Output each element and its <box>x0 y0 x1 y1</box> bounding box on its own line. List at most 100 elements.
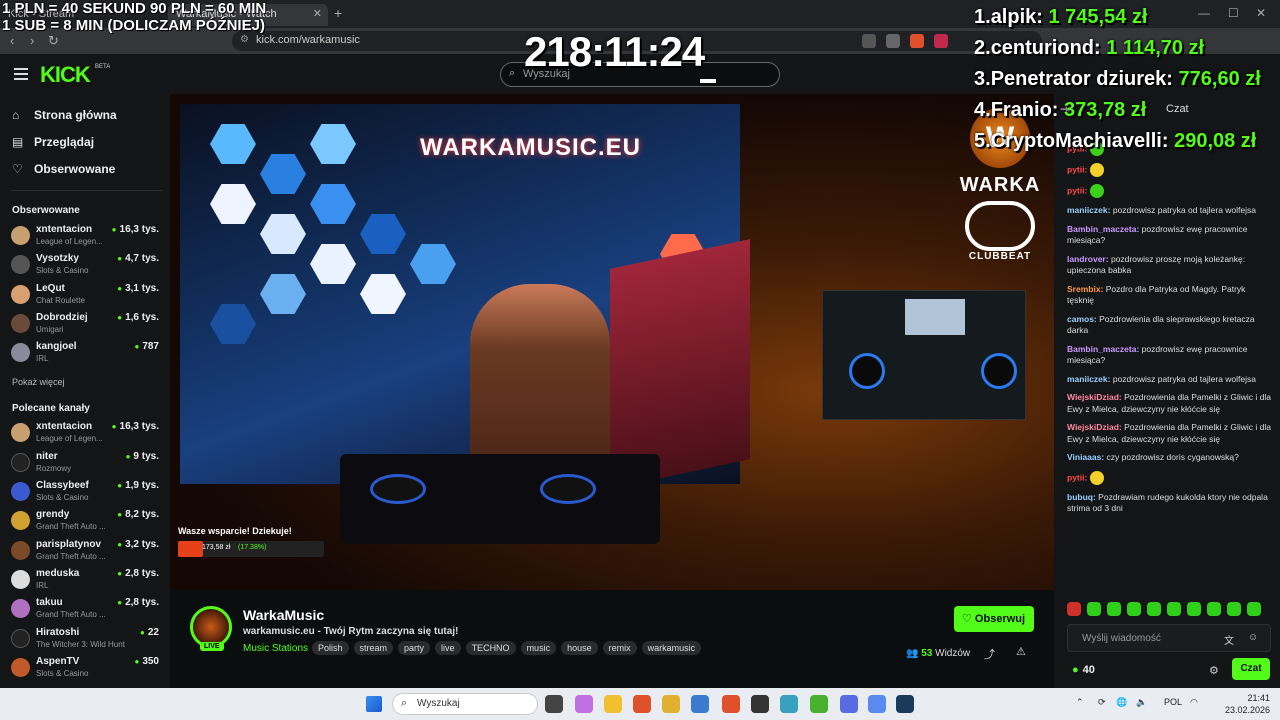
emote-icon[interactable] <box>1107 602 1121 616</box>
followed-channel[interactable]: LeQut Chat Roulette 3,1 tys. <box>11 282 161 310</box>
copilot-icon[interactable] <box>575 695 593 713</box>
brave-icon[interactable] <box>722 695 740 713</box>
emote-icon[interactable] <box>1187 602 1201 616</box>
followed-channel[interactable]: Dobrodziej Umigari 1,6 tys. <box>11 311 161 339</box>
chat-username[interactable]: pytii: <box>1067 472 1087 482</box>
chat-username[interactable]: Srembix: <box>1067 284 1103 294</box>
emote-icon[interactable] <box>1227 602 1241 616</box>
sidebar-item-browse[interactable]: ▤ Przeglądaj <box>12 135 94 149</box>
chat-settings-icon[interactable]: ⚙ <box>1209 664 1219 677</box>
kick-logo[interactable]: KICK <box>40 62 91 88</box>
rewards-icon[interactable] <box>934 34 948 48</box>
obs-icon[interactable] <box>751 695 769 713</box>
video-player[interactable]: WARKAMUSIC.EU W WARKA CLUBBEAT Wasze wsp… <box>170 94 1054 590</box>
menu-icon[interactable] <box>14 68 28 80</box>
chat-message: pytii: <box>1067 470 1273 485</box>
chrome-icon[interactable] <box>662 695 680 713</box>
mute-icon[interactable] <box>862 34 876 48</box>
file-explorer-icon[interactable] <box>604 695 622 713</box>
followed-channel[interactable]: Vysotzky Slots & Casino 4,7 tys. <box>11 252 161 280</box>
share-icon[interactable]: ⤴ <box>984 646 995 662</box>
recommended-channel[interactable]: AspenTV Slots & Casino 350 <box>11 655 161 683</box>
wifi-icon[interactable]: ◠ <box>1190 697 1198 708</box>
chat-username[interactable]: maniiczek: <box>1067 374 1110 384</box>
recommended-channel[interactable]: xntentacion League of Legen... 16,3 tys. <box>11 420 161 448</box>
emote-icon[interactable] <box>1067 602 1081 616</box>
chat-username[interactable]: Bambin_maczeta: <box>1067 344 1139 354</box>
followed-channel[interactable]: kangjoel IRL 787 <box>11 340 161 368</box>
chat-send-button[interactable]: Czat <box>1232 658 1270 680</box>
tag[interactable]: warkamusic <box>641 641 702 655</box>
notepad-icon[interactable] <box>780 695 798 713</box>
chat-username[interactable]: Viniaaas: <box>1067 452 1104 462</box>
tag[interactable]: house <box>561 641 598 655</box>
taskbar-clock[interactable]: 21:41 23.02.2026 <box>1214 692 1270 716</box>
brave-icon[interactable] <box>633 695 651 713</box>
show-more-link[interactable]: Pokaż więcej <box>12 377 65 387</box>
recommended-channel[interactable]: grendy Grand Theft Auto ... 8,2 tys. <box>11 508 161 536</box>
new-tab-button[interactable]: + <box>334 5 342 21</box>
share-icon[interactable] <box>886 34 900 48</box>
recommended-channel[interactable]: niter Rozmowy 9 tys. <box>11 450 161 478</box>
chat-username[interactable]: camos: <box>1067 314 1097 324</box>
recommended-channel[interactable]: Hiratoshi The Witcher 3: Wild Hunt 22 <box>11 626 161 654</box>
back-icon[interactable]: ‹ <box>10 33 14 48</box>
emote-icon[interactable] <box>1127 602 1141 616</box>
close-tab-icon[interactable]: ✕ <box>313 7 322 20</box>
stream-category[interactable]: Music Stations <box>243 643 308 654</box>
recommended-channel[interactable]: parisplatynov Grand Theft Auto ... 3,2 t… <box>11 538 161 566</box>
emote-icon[interactable] <box>1207 602 1221 616</box>
network-icon[interactable]: 🌐 <box>1116 697 1127 708</box>
chat-username[interactable]: WiejskiDziad: <box>1067 422 1122 432</box>
chat-username[interactable]: maniiczek: <box>1067 205 1110 215</box>
followed-channel[interactable]: xntentacion League of Legen... 16,3 tys. <box>11 223 161 251</box>
sidebar-item-following[interactable]: ♡ Obserwowane <box>12 162 115 176</box>
tag[interactable]: TECHNO <box>465 641 516 655</box>
windows-start-icon[interactable] <box>366 696 382 712</box>
reload-icon[interactable]: ↻ <box>48 33 59 49</box>
channel-points[interactable]: ● 40 <box>1072 664 1095 676</box>
tag[interactable]: Polish <box>312 641 349 655</box>
streamer-name[interactable]: WarkaMusic <box>243 607 324 623</box>
chat-username[interactable]: pytii: <box>1067 185 1087 195</box>
chat-message-input[interactable]: Wyślij wiadomość 文 ☺ <box>1067 624 1271 652</box>
tray-app-icon[interactable]: ⟳ <box>1098 697 1106 708</box>
recommended-channel[interactable]: meduska IRL 2,8 tys. <box>11 567 161 595</box>
chat-username[interactable]: Bambin_maczeta: <box>1067 224 1139 234</box>
tag[interactable]: music <box>520 641 557 655</box>
android-icon[interactable] <box>810 695 828 713</box>
follow-button[interactable]: ♡ Obserwuj <box>954 606 1034 632</box>
task-view-icon[interactable] <box>545 695 563 713</box>
chat-username[interactable]: landrover: <box>1067 254 1109 264</box>
input-language[interactable]: POL <box>1164 697 1182 707</box>
tray-chevron-icon[interactable]: ⌃ <box>1076 697 1084 708</box>
emote-icon[interactable] <box>1167 602 1181 616</box>
recommended-channel[interactable]: Classybeef Slots & Casino 1,9 tys. <box>11 479 161 507</box>
emote-icon[interactable] <box>1087 602 1101 616</box>
hex-light <box>210 124 256 164</box>
forward-icon[interactable]: › <box>30 33 34 48</box>
store-icon[interactable] <box>691 695 709 713</box>
tag[interactable]: stream <box>353 641 394 655</box>
site-info-icon[interactable]: ⚙ <box>240 34 249 45</box>
taskbar-search[interactable]: ⌕ Wyszukaj <box>392 693 538 715</box>
steam-icon[interactable] <box>896 695 914 713</box>
chat-username[interactable]: bubuq: <box>1067 492 1096 502</box>
recommended-channel[interactable]: takuu Grand Theft Auto ... 2,8 tys. <box>11 596 161 624</box>
sidebar-item-home[interactable]: ⌂ Strona główna <box>12 108 117 122</box>
emoji-icon[interactable]: ☺ <box>1248 632 1258 643</box>
report-icon[interactable]: ⚠ <box>1016 645 1026 658</box>
tag[interactable]: party <box>398 641 431 655</box>
emote-icon[interactable] <box>1147 602 1161 616</box>
chat-username[interactable]: pytii: <box>1067 164 1087 174</box>
translate-icon[interactable]: 文 <box>1224 632 1234 647</box>
tag[interactable]: remix <box>602 641 637 655</box>
meta-icon[interactable] <box>868 695 886 713</box>
brave-shield-icon[interactable] <box>910 34 924 48</box>
tag[interactable]: live <box>435 641 461 655</box>
volume-icon[interactable]: 🔈 <box>1136 697 1147 708</box>
discord-icon[interactable] <box>840 695 858 713</box>
emote-icon[interactable] <box>1247 602 1261 616</box>
chat-text: pozdrowisz patryka od tajlera wolfejsa <box>1112 205 1256 215</box>
chat-username[interactable]: WiejskiDziad: <box>1067 392 1122 402</box>
